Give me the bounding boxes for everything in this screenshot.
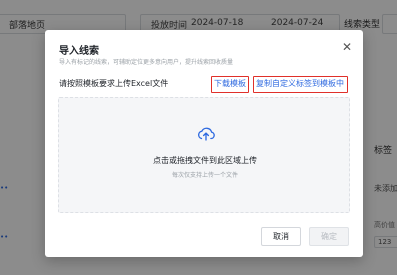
copy-tags-to-template-link[interactable]: 复制自定义标签到模板中 — [253, 76, 348, 93]
cloud-upload-icon — [198, 127, 215, 141]
dialog-subtitle: 导入有标记的线索，可辅助定位更多意向用户，提升线索回收质量 — [59, 59, 234, 66]
file-dropzone[interactable]: 点击或拖拽文件到此区域上传 每次仅支持上传一个文件 — [58, 97, 350, 213]
close-icon[interactable]: ✕ — [340, 40, 354, 54]
upload-instruction: 请按照模板要求上传Excel文件 — [59, 79, 169, 88]
download-template-link[interactable]: 下载模板 — [211, 76, 249, 93]
dropzone-hint-text: 每次仅支持上传一个文件 — [171, 172, 238, 179]
confirm-button[interactable]: 确定 — [309, 227, 349, 246]
import-leads-dialog: 导入线索 导入有标记的线索，可辅助定位更多意向用户，提升线索回收质量 ✕ 请按照… — [45, 30, 363, 257]
dialog-title: 导入线索 — [59, 46, 99, 57]
cancel-button[interactable]: 取消 — [261, 227, 301, 246]
dropzone-main-text: 点击或拖拽文件到此区域上传 — [153, 156, 257, 165]
